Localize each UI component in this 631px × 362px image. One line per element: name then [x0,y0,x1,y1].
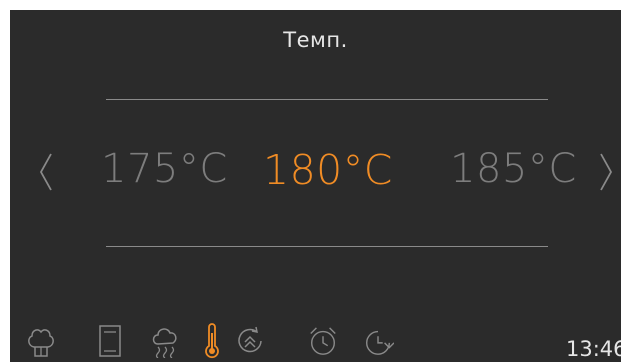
top-divider [106,99,548,100]
chevron-right-icon [600,153,613,191]
chef-hat-icon [28,329,54,357]
fast-heat-icon [238,326,262,353]
oven-display: Темп. 175°C 180°C 185°C 13:46 [10,10,621,362]
temperature-button[interactable] [196,323,228,359]
programs-button[interactable] [25,323,57,359]
steam-button[interactable] [149,323,181,359]
next-temperature[interactable]: 185°C [450,146,577,192]
door-icon [99,325,121,357]
delay-timer-icon [366,330,394,355]
delay-timer-button[interactable] [362,323,394,359]
current-temperature[interactable]: 180°C [263,146,393,194]
steam-icon [152,328,177,358]
fast-heat-button[interactable] [234,323,266,359]
bottom-divider [106,246,548,247]
prev-temperature-button[interactable] [34,151,58,193]
alarm-clock-icon [310,327,336,355]
thermometer-icon [205,323,219,359]
previous-temperature[interactable]: 175°C [101,146,228,192]
next-temperature-button[interactable] [594,151,618,193]
door-button[interactable] [94,323,126,359]
clock: 13:46 [566,337,621,361]
chevron-left-icon [39,153,52,191]
page-title: Темп. [283,28,348,52]
alarm-button[interactable] [307,323,339,359]
